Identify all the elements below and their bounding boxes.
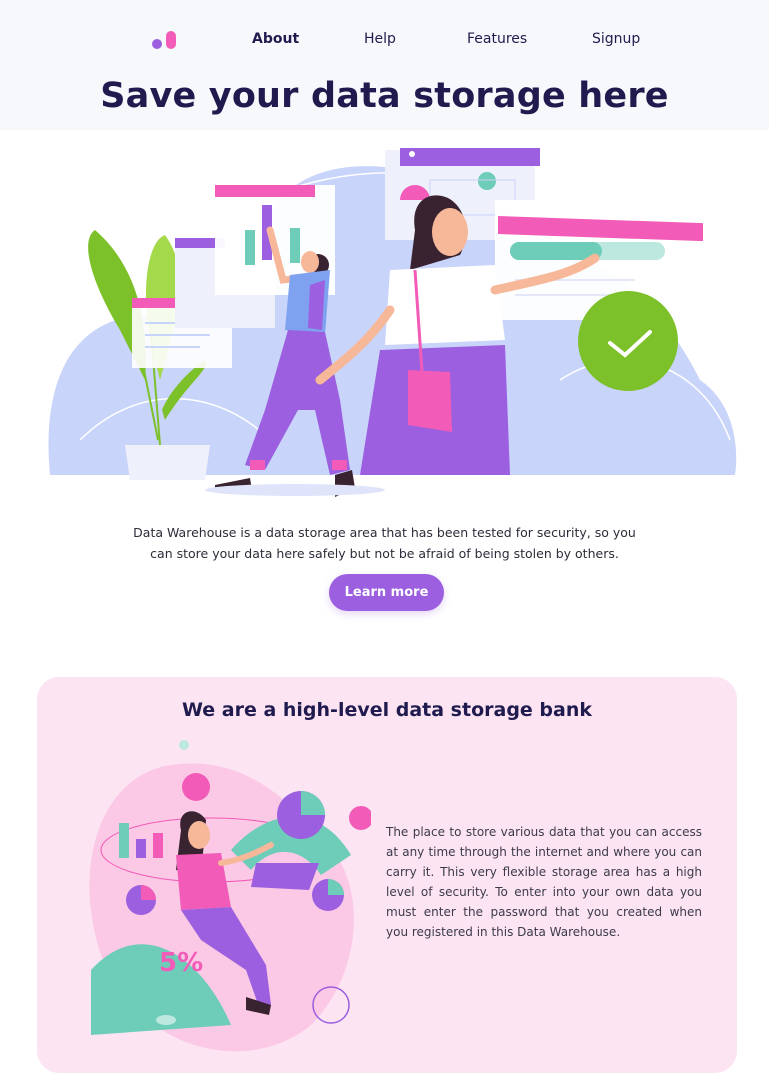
bank-section-title: We are a high-level data storage bank [181, 699, 593, 721]
bank-description: The place to store various data that you… [386, 825, 702, 939]
page-title: Save your data storage here [100, 76, 669, 116]
bank-illustration: 5% [89, 740, 371, 1052]
nav-about-link[interactable]: About [252, 31, 299, 47]
learn-more-button[interactable]: Learn more [329, 574, 444, 611]
nav-signup-link[interactable]: Signup [592, 31, 640, 47]
check-badge [578, 291, 678, 391]
hero-illustration [48, 148, 737, 497]
nav-help-link[interactable]: Help [364, 31, 396, 47]
bank-section: We are a high-level data storage bank 5%… [37, 677, 737, 1073]
brand-logo-icon[interactable] [151, 29, 179, 51]
percent-badge: 5% [159, 948, 203, 978]
hero-description: Data Warehouse is a data storage area th… [133, 525, 636, 561]
nav-features-link[interactable]: Features [467, 31, 527, 47]
navbar: About Help Features Signup [0, 0, 769, 80]
